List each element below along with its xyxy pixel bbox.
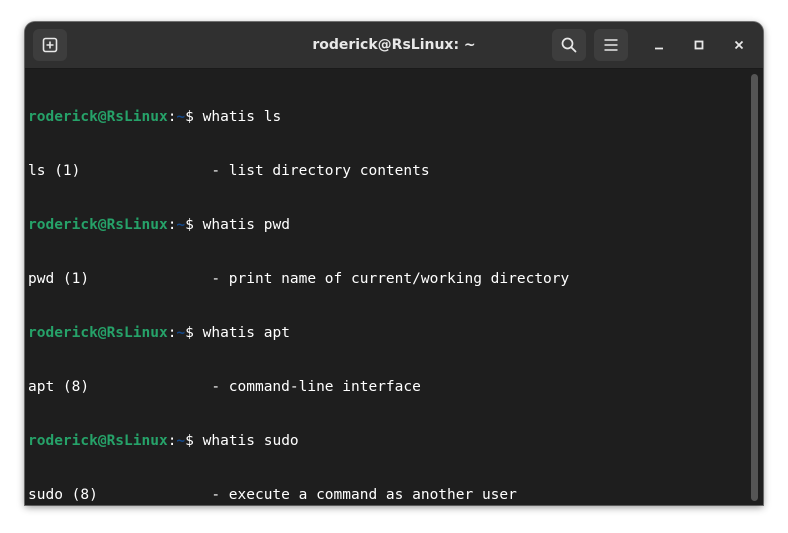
minimize-button[interactable] xyxy=(647,33,671,57)
prompt-path: ~ xyxy=(176,217,186,233)
terminal-line-output: apt (8) - command-line interface xyxy=(28,379,421,395)
hamburger-menu-icon xyxy=(604,39,618,51)
close-icon xyxy=(734,40,744,50)
command-text: whatis pwd xyxy=(202,217,290,233)
new-tab-icon xyxy=(42,37,58,53)
terminal-window: roderick@RsLinux: ~ roderick@RsLinux:~$ … xyxy=(25,22,763,505)
prompt-symbol: $ xyxy=(185,109,203,125)
command-text: whatis ls xyxy=(202,109,282,125)
title-bar[interactable]: roderick@RsLinux: ~ xyxy=(25,22,763,69)
terminal-line-output: pwd (1) - print name of current/working … xyxy=(28,271,570,287)
maximize-button[interactable] xyxy=(687,33,711,57)
new-tab-button[interactable] xyxy=(33,29,67,61)
minimize-icon xyxy=(655,47,663,50)
search-icon xyxy=(561,37,577,53)
prompt-symbol: $ xyxy=(185,217,203,233)
maximize-icon xyxy=(694,40,704,50)
prompt-symbol: $ xyxy=(185,325,203,341)
terminal-line-prompt: roderick@RsLinux:~$ whatis pwd xyxy=(28,216,749,234)
prompt-path: ~ xyxy=(176,109,186,125)
search-button[interactable] xyxy=(552,29,586,61)
prompt-user-host: roderick@RsLinux xyxy=(28,325,168,341)
prompt-user-host: roderick@RsLinux xyxy=(28,217,168,233)
command-text: whatis sudo xyxy=(202,433,299,449)
terminal-line-output: sudo (8) - execute a command as another … xyxy=(28,487,517,503)
prompt-user-host: roderick@RsLinux xyxy=(28,433,168,449)
prompt-path: ~ xyxy=(176,433,186,449)
main-menu-button[interactable] xyxy=(594,29,628,61)
terminal-line-prompt: roderick@RsLinux:~$ whatis apt xyxy=(28,324,749,342)
prompt-symbol: $ xyxy=(185,433,203,449)
prompt-user-host: roderick@RsLinux xyxy=(28,109,168,125)
terminal-line-prompt: roderick@RsLinux:~$ whatis ls xyxy=(28,108,749,126)
prompt-path: ~ xyxy=(176,325,186,341)
scrollbar[interactable] xyxy=(751,74,758,501)
command-text: whatis apt xyxy=(202,325,290,341)
terminal-output[interactable]: roderick@RsLinux:~$ whatis ls ls (1) - l… xyxy=(25,70,749,505)
terminal-line-prompt: roderick@RsLinux:~$ whatis sudo xyxy=(28,432,749,450)
close-button[interactable] xyxy=(727,33,751,57)
terminal-line-output: ls (1) - list directory contents xyxy=(28,163,430,179)
